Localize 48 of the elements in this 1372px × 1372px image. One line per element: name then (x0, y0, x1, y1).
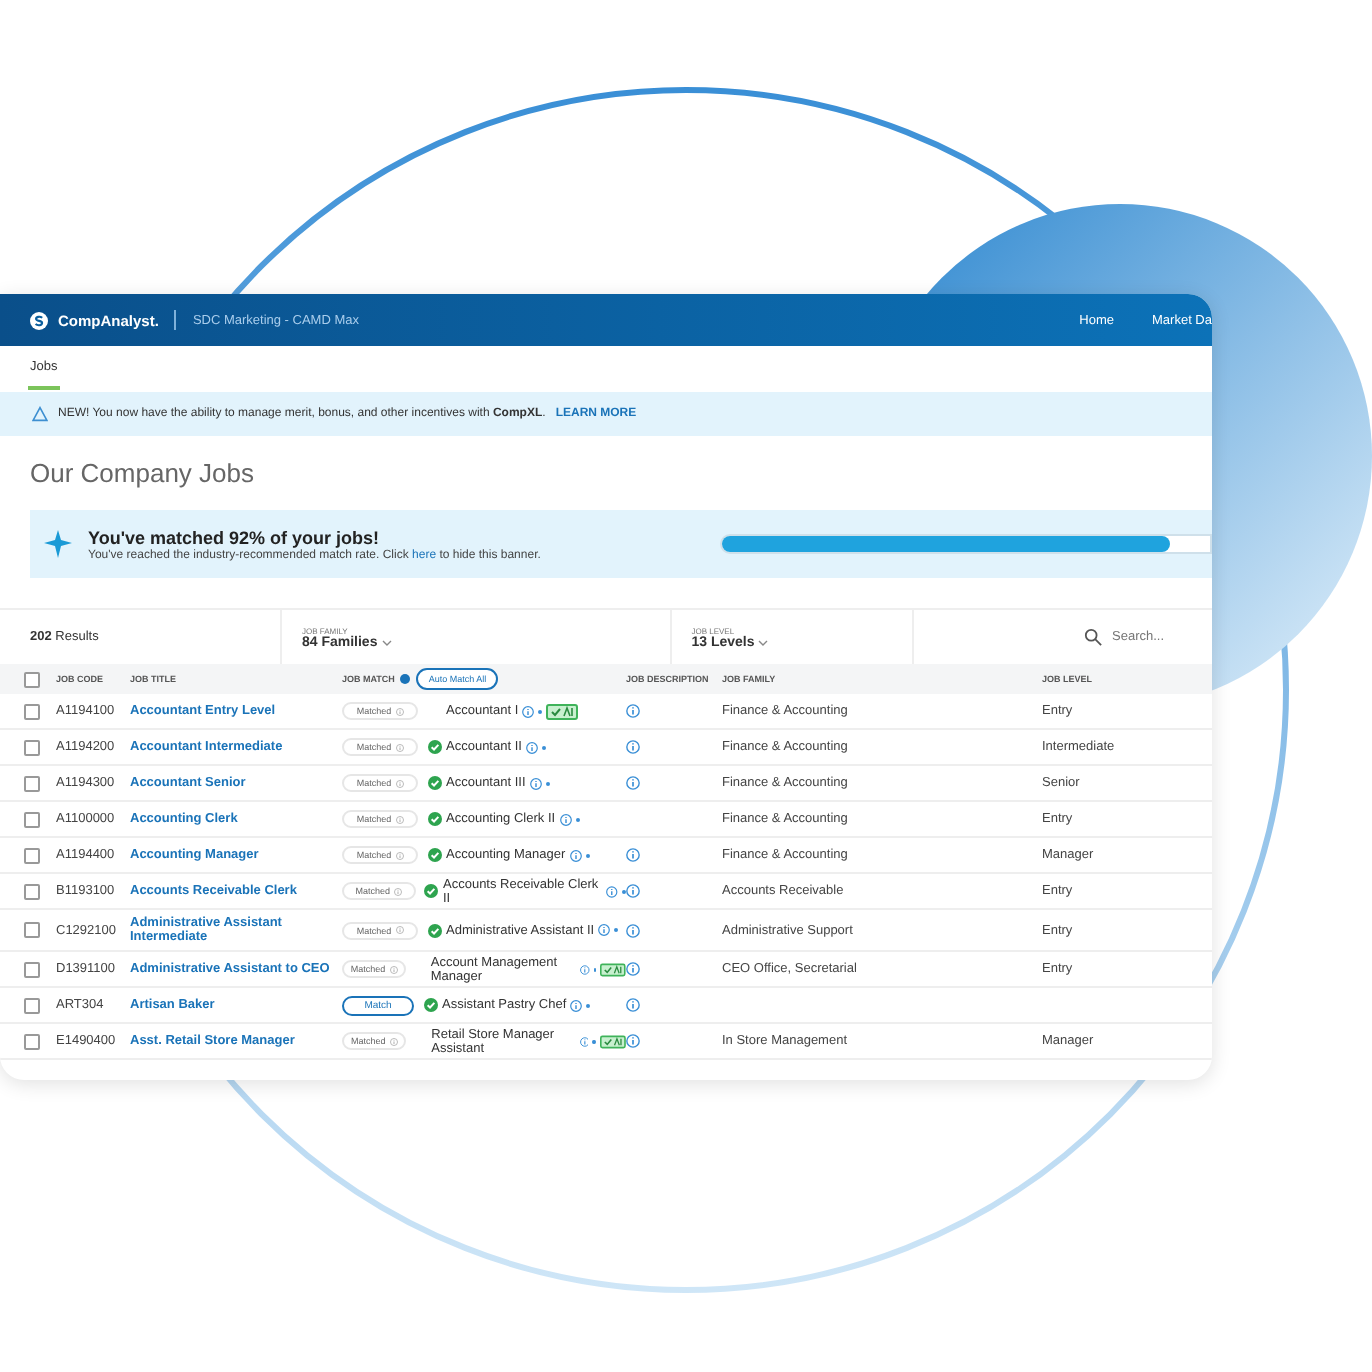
info-icon[interactable] (626, 1034, 640, 1048)
info-icon (569, 849, 582, 861)
row-checkbox[interactable] (24, 847, 40, 863)
info-icon (522, 705, 535, 717)
info-icon[interactable] (626, 776, 640, 790)
info-icon (570, 999, 583, 1011)
banner-title: You've matched 92% of your jobs! (88, 527, 382, 547)
info-icon[interactable] (626, 884, 640, 898)
row-checkbox[interactable] (24, 811, 40, 827)
info-icon[interactable] (626, 704, 640, 718)
info-icon[interactable] (626, 740, 640, 754)
info-icon (395, 926, 404, 934)
row-checkbox[interactable] (24, 922, 40, 938)
page-title: Our Company Jobs (28, 456, 256, 492)
info-icon (389, 1037, 398, 1045)
select-all-checkbox[interactable] (24, 671, 40, 687)
row-checkbox[interactable] (24, 961, 40, 977)
sparkle-icon (44, 528, 76, 560)
row-checkbox[interactable] (24, 775, 40, 791)
info-icon (598, 924, 611, 936)
caret-icon (758, 639, 769, 645)
row-checkbox[interactable] (24, 997, 40, 1013)
row-checkbox[interactable] (24, 1033, 40, 1049)
info-icon (394, 887, 403, 895)
caret-icon (381, 639, 392, 645)
info-icon (395, 779, 404, 787)
info-icon[interactable] (626, 962, 640, 976)
row-checkbox[interactable] (24, 883, 40, 899)
row-checkbox[interactable] (24, 703, 40, 719)
info-icon (395, 851, 404, 859)
info-icon[interactable] (626, 848, 640, 862)
logo-icon (30, 311, 48, 329)
info-icon (529, 777, 542, 789)
warning-icon (32, 406, 48, 422)
search-icon (1084, 628, 1102, 646)
info-icon (559, 813, 572, 825)
info-icon (525, 741, 538, 753)
info-icon (395, 743, 404, 751)
info-icon (400, 674, 411, 684)
info-icon[interactable] (626, 998, 640, 1012)
info-icon (579, 1035, 589, 1047)
info-icon (606, 885, 619, 897)
info-icon (395, 815, 404, 823)
info-icon (389, 965, 398, 973)
info-icon[interactable] (626, 923, 640, 937)
info-icon (395, 707, 404, 715)
row-checkbox[interactable] (24, 739, 40, 755)
info-icon (579, 963, 590, 975)
